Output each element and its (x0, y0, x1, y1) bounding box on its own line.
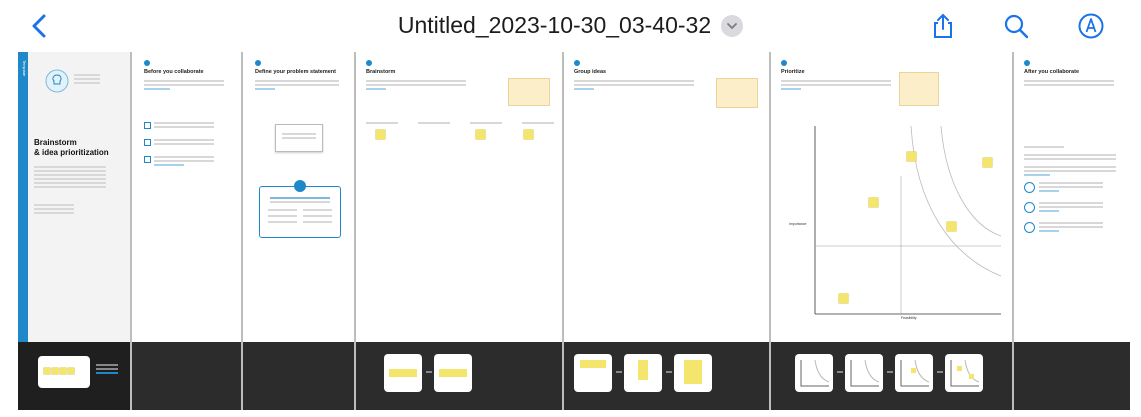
sticky-note[interactable] (376, 130, 385, 139)
cover-frame[interactable]: Template Brainstorm & idea prioritizatio… (18, 52, 130, 342)
instruction-note[interactable] (899, 72, 939, 106)
frame-heading: Brainstorm (366, 69, 396, 75)
frame-thumbnail[interactable] (845, 354, 883, 392)
instruction-note[interactable] (716, 78, 758, 108)
frame-strip (564, 342, 769, 410)
frame-divider (769, 52, 771, 410)
checklist (144, 122, 228, 168)
y-axis-label: Importance (789, 222, 807, 226)
step-dot (1024, 60, 1030, 66)
arrow-right-icon (616, 371, 622, 373)
share-icon[interactable] (929, 12, 957, 40)
priority-matrix[interactable] (781, 116, 1007, 334)
frame-divider (354, 52, 356, 410)
cover-title-line2: & idea prioritization (34, 148, 109, 157)
cover-strip-text (96, 362, 118, 376)
sticky-note[interactable] (947, 222, 956, 231)
arrow-right-icon (426, 371, 432, 373)
frame-thumbnail[interactable] (895, 354, 933, 392)
search-icon[interactable] (1002, 12, 1030, 40)
frame-prioritize[interactable]: Prioritize Importance Feasibility (771, 52, 1012, 342)
frame-divider (1012, 52, 1014, 410)
frame-description (781, 78, 891, 92)
frame-divider (562, 52, 564, 410)
frame-thumbnail[interactable] (434, 354, 472, 392)
sticky-note[interactable] (983, 158, 992, 167)
arrow-right-icon (837, 371, 843, 373)
cover-title: Brainstorm & idea prioritization (34, 138, 109, 158)
cover-strip (18, 342, 130, 410)
frame-description (1024, 78, 1114, 88)
chevron-down-icon[interactable] (721, 14, 744, 37)
step-dot (255, 60, 261, 66)
instruction-note[interactable] (508, 78, 550, 106)
document-title-row: Untitled_2023-10-30_03-40-32 (0, 12, 1141, 39)
cover-side-tab-label: Template (22, 60, 27, 77)
cover-title-line1: Brainstorm (34, 138, 77, 147)
frame-after-you-collaborate[interactable]: After you collaborate (1014, 52, 1130, 342)
frame-strip (132, 342, 241, 410)
frame-thumbnail[interactable] (674, 354, 712, 392)
whiteboard-canvas[interactable]: Template Brainstorm & idea prioritizatio… (18, 52, 1130, 410)
frame-brainstorm[interactable]: Brainstorm (356, 52, 562, 342)
arrow-right-icon (887, 371, 893, 373)
cover-thumbnail[interactable] (38, 356, 90, 388)
frame-heading: Prioritize (781, 69, 805, 75)
cover-side-tab: Template (18, 52, 28, 342)
step-dot (366, 60, 372, 66)
frame-strip (243, 342, 354, 410)
frame-strip (771, 342, 1012, 410)
frame-thumbnail[interactable] (795, 354, 833, 392)
pencil-tip-circle-icon[interactable] (1077, 12, 1105, 40)
sticky-note[interactable] (476, 130, 485, 139)
participant-headers (366, 120, 554, 126)
frame-strip (1014, 342, 1130, 410)
lightbulb-icon (45, 69, 69, 93)
step-dot (574, 60, 580, 66)
cover-decoration (74, 72, 100, 86)
frame-description (255, 78, 339, 92)
frame-heading: Define your problem statement (255, 69, 336, 75)
timer-icon (294, 180, 306, 192)
frame-description (366, 78, 466, 92)
frame-heading: Group ideas (574, 69, 607, 75)
frame-thumbnail[interactable] (574, 354, 612, 392)
export-section (1024, 144, 1116, 178)
frame-divider (241, 52, 243, 410)
frame-thumbnail[interactable] (945, 354, 983, 392)
frame-thumbnail[interactable] (624, 354, 662, 392)
tips-box (259, 180, 341, 238)
x-axis-label: Feasibility (901, 316, 917, 320)
frame-description (574, 78, 694, 92)
frame-group-ideas[interactable]: Group ideas (564, 52, 769, 342)
frame-divider (130, 52, 132, 410)
document-title[interactable]: Untitled_2023-10-30_03-40-32 (398, 12, 711, 39)
frame-heading: Before you collaborate (144, 69, 204, 75)
frame-thumbnail[interactable] (384, 354, 422, 392)
step-dot (144, 60, 150, 66)
frame-define-problem[interactable]: Define your problem statement (243, 52, 354, 342)
top-toolbar: Untitled_2023-10-30_03-40-32 (0, 0, 1141, 52)
cover-description (34, 164, 106, 190)
frame-strip (356, 342, 562, 410)
step-dot (781, 60, 787, 66)
sticky-note[interactable] (869, 198, 878, 207)
sticky-note[interactable] (839, 294, 848, 303)
sticky-note[interactable] (524, 130, 533, 139)
cover-meta (34, 202, 74, 216)
problem-card[interactable] (275, 124, 323, 152)
resources-list (1024, 182, 1116, 234)
frame-before-you-collaborate[interactable]: Before you collaborate (132, 52, 241, 342)
sticky-note[interactable] (907, 152, 916, 161)
frame-description (144, 78, 224, 92)
arrow-right-icon (937, 371, 943, 373)
arrow-right-icon (666, 371, 672, 373)
frame-heading: After you collaborate (1024, 69, 1080, 75)
